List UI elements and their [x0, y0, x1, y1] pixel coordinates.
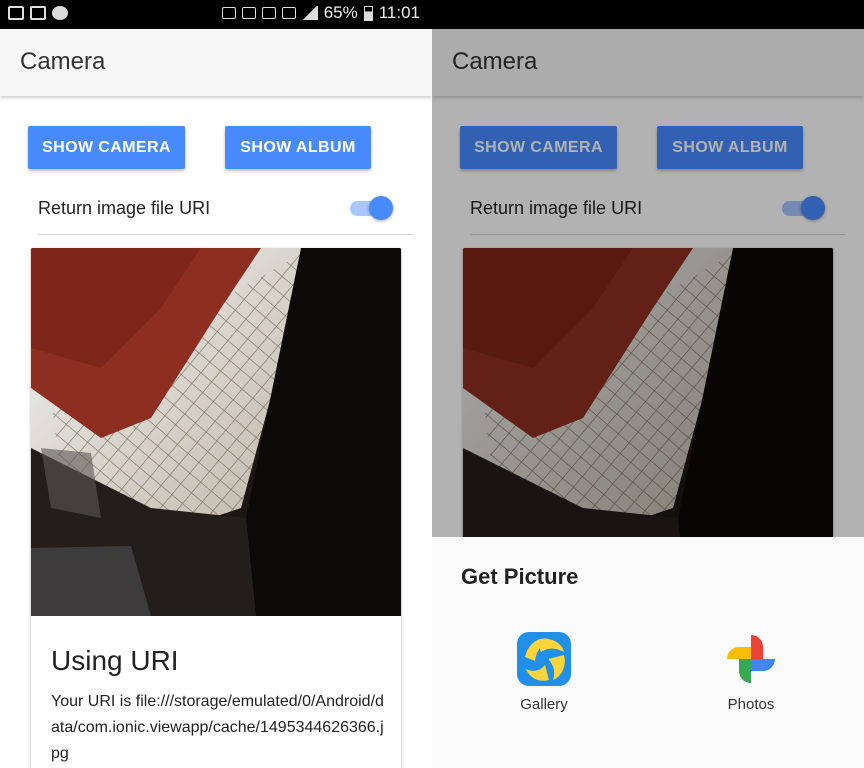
status-time: 11:01	[378, 3, 420, 22]
sheet-title: Get Picture	[461, 564, 579, 589]
app-notification-icon	[52, 6, 68, 20]
toggle-knob	[369, 196, 393, 220]
battery-icon	[363, 5, 373, 21]
gallery-label: Gallery	[520, 696, 568, 713]
email-icon	[30, 6, 46, 20]
signal-icon	[301, 6, 318, 20]
cast-icon	[221, 7, 236, 19]
battery-percent: 65%	[323, 3, 358, 22]
photo-card: Using URI Your URI is file:///storage/em…	[31, 248, 401, 768]
captured-photo	[31, 248, 401, 616]
screen-camera-picker: Camera SHOW CAMERA SHOW ALBUM Return ima…	[432, 0, 864, 768]
card-title: Using URI	[51, 645, 179, 676]
uri-text: Your URI is file:///storage/emulated/0/A…	[51, 693, 384, 762]
page-title: Camera	[20, 48, 106, 75]
gmail-icon	[8, 6, 24, 20]
status-bar: 65% 11:01	[0, 0, 432, 29]
wifi-icon	[281, 7, 296, 19]
toolbar: Camera	[0, 29, 432, 96]
gallery-icon	[517, 632, 571, 686]
photos-label: Photos	[727, 696, 775, 713]
show-camera-button[interactable]: SHOW CAMERA	[28, 126, 185, 169]
photos-option[interactable]: Photos	[701, 631, 801, 713]
alarm-icon	[261, 7, 276, 19]
status-bar-right	[432, 0, 864, 29]
gallery-option[interactable]: Gallery	[494, 631, 594, 713]
uri-toggle-label: Return image file URI	[38, 198, 211, 218]
uri-toggle[interactable]	[350, 196, 394, 220]
uri-toggle-row: Return image file URI	[38, 190, 413, 235]
mute-icon	[241, 7, 256, 19]
action-sheet: Get Picture Gallery Photos	[432, 537, 864, 768]
photos-icon	[727, 635, 775, 683]
screen-camera: 65% 11:01 Camera SHOW CAMERA SHOW ALBUM …	[0, 0, 432, 768]
show-album-button[interactable]: SHOW ALBUM	[225, 126, 371, 169]
